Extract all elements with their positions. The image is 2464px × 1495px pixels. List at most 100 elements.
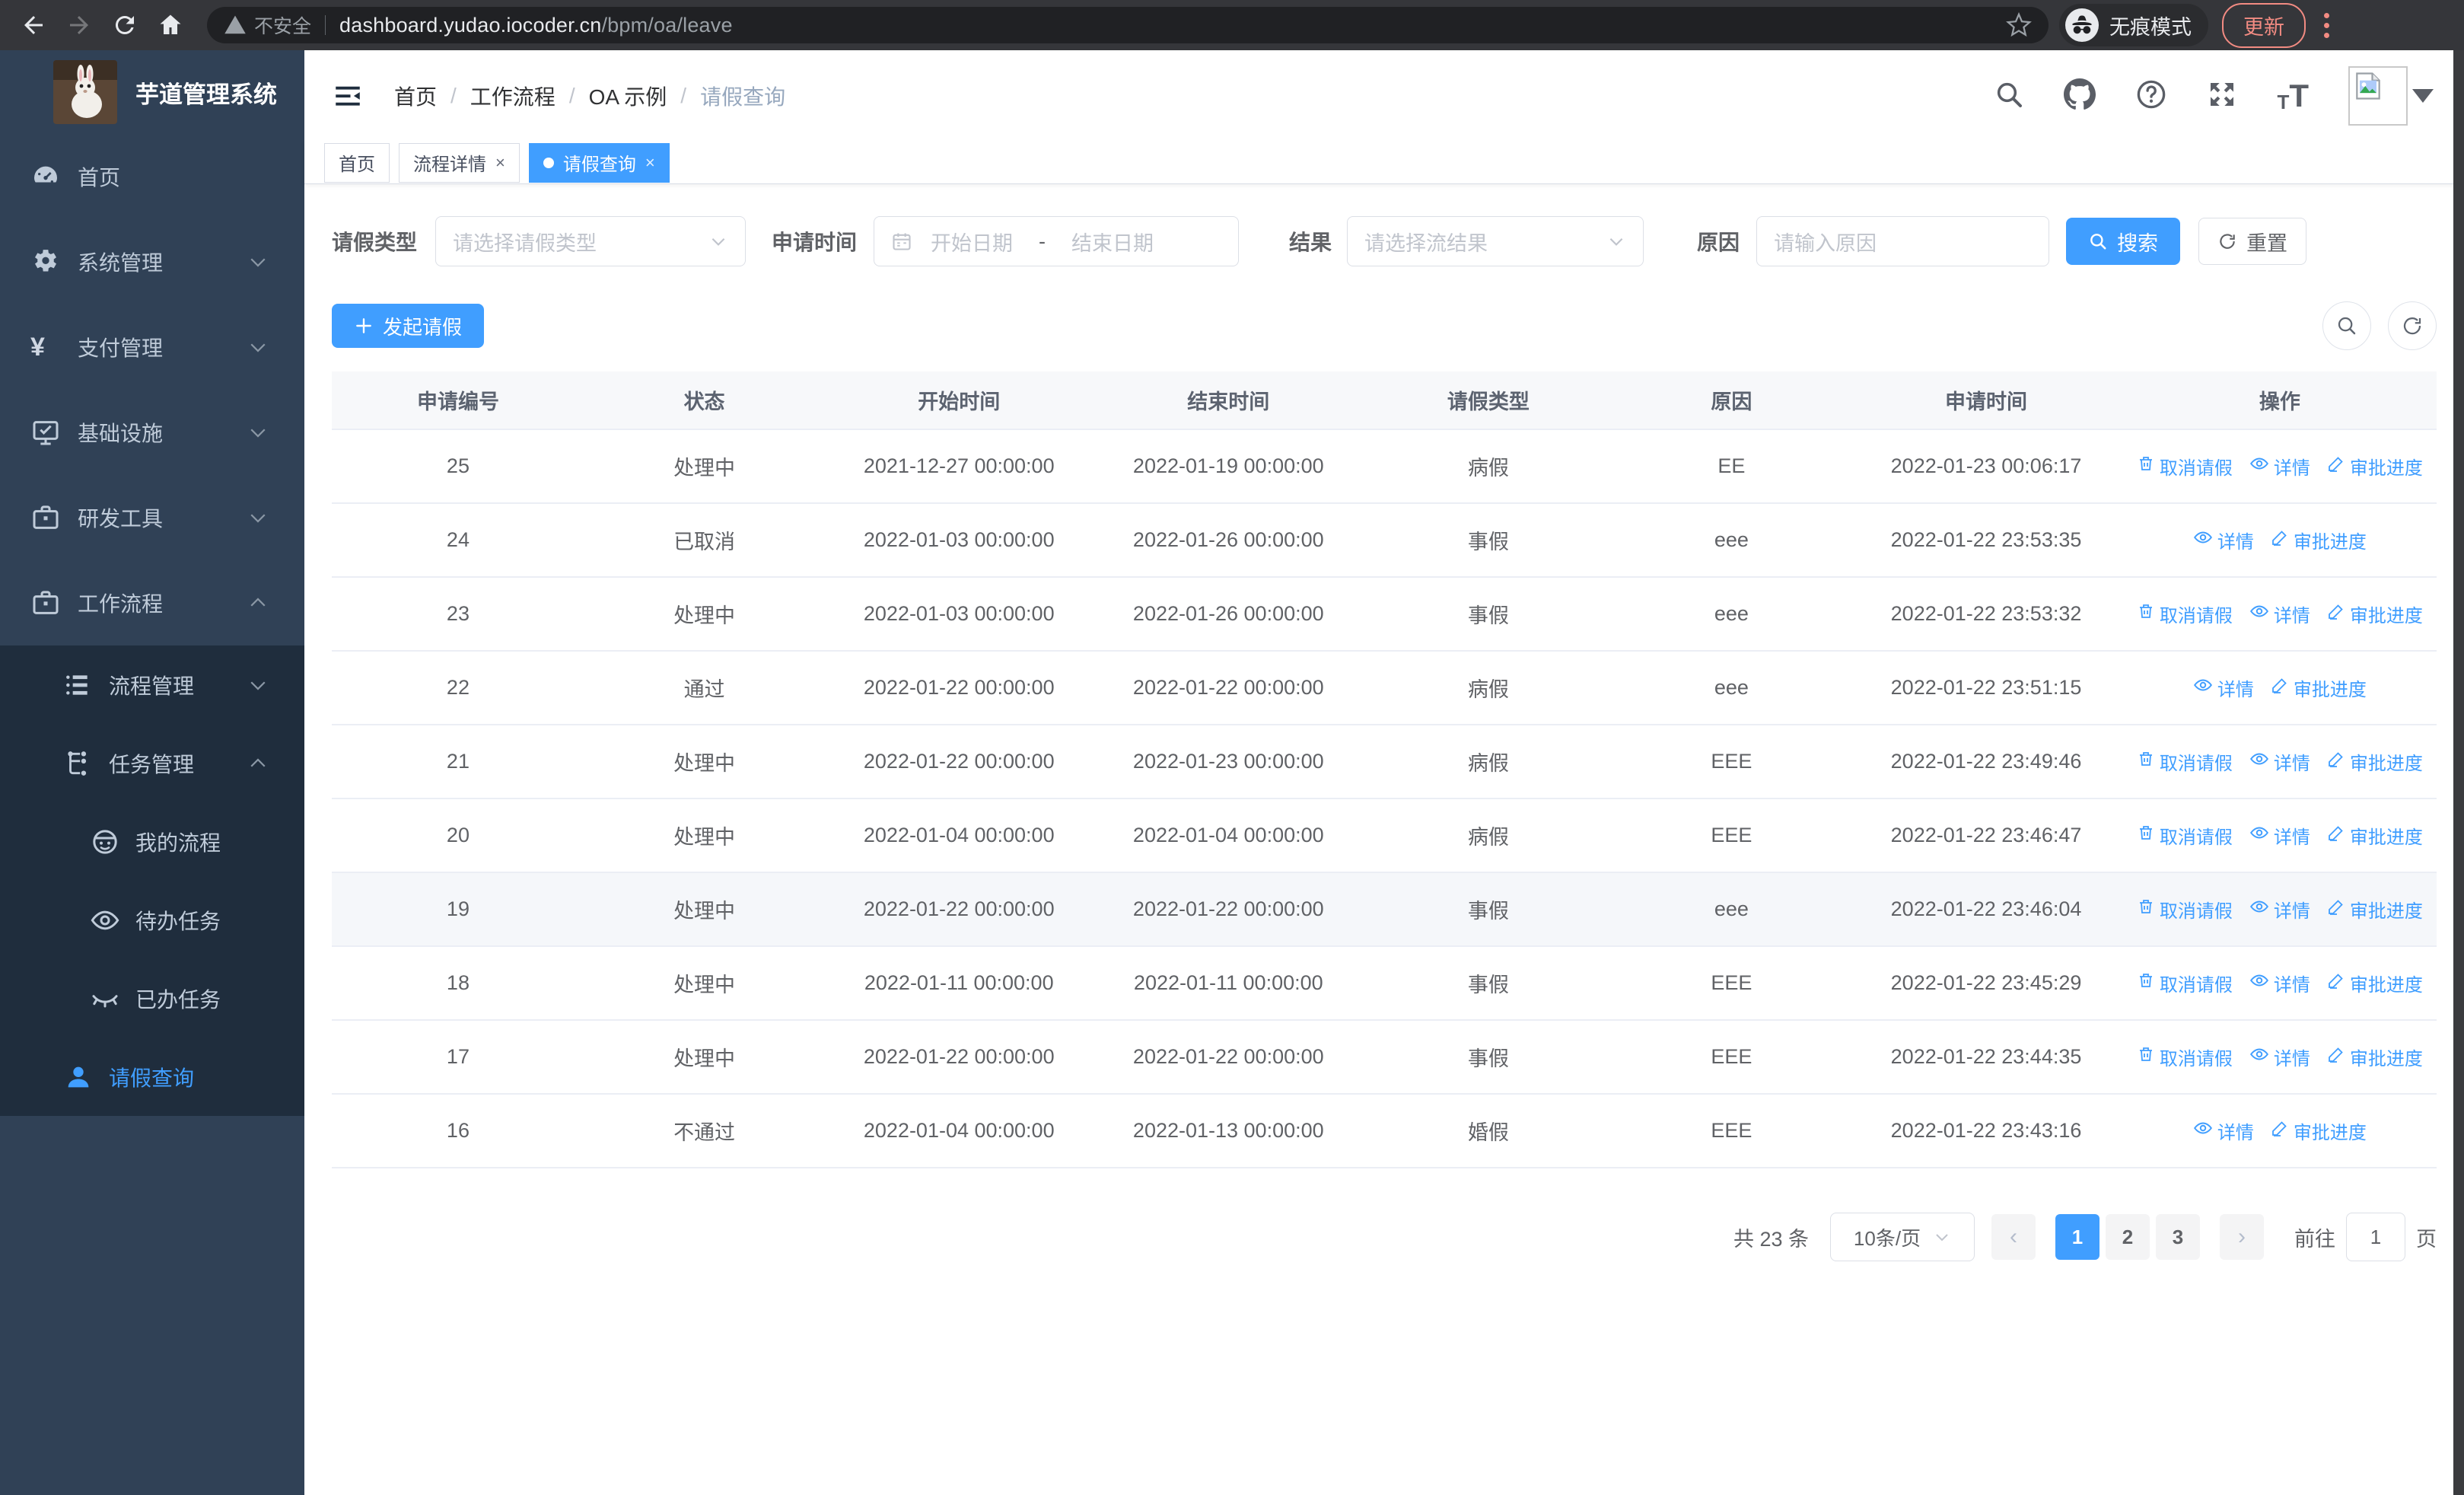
sidebar-item-首页[interactable]: 首页 [0, 134, 304, 219]
app-title: 芋道管理系统 [135, 81, 277, 108]
sidebar-item-已办任务[interactable]: 已办任务 [0, 959, 304, 1038]
incognito-badge: 无痕模式 [2059, 4, 2208, 46]
github-link[interactable] [2064, 78, 2096, 114]
monitor-icon [30, 417, 64, 448]
detail-action-link[interactable]: 详情 [2249, 453, 2310, 480]
browser-back-button[interactable] [17, 8, 50, 42]
site-security[interactable]: 不安全 [224, 11, 311, 39]
breadcrumb-item-首页[interactable]: 首页 [394, 81, 437, 111]
sidebar-item-支付管理[interactable]: ¥ 支付管理 [0, 304, 304, 390]
progress-action-link[interactable]: 审批进度 [2271, 527, 2367, 553]
cancel-action-link[interactable]: 取消请假 [2137, 1044, 2233, 1070]
bookmark-star-button[interactable] [2006, 12, 2032, 38]
breadcrumb-item-工作流程[interactable]: 工作流程 [470, 81, 556, 111]
browser-scrollbar[interactable] [2453, 50, 2464, 1495]
detail-action-link[interactable]: 详情 [2249, 896, 2310, 923]
detail-action-link[interactable]: 详情 [2249, 601, 2310, 627]
logo-row[interactable]: 芋道管理系统 [0, 50, 304, 134]
sidebar-item-label: 请假查询 [109, 1066, 195, 1090]
browser-forward-button[interactable] [62, 8, 96, 42]
toolbar-search-toggle-button[interactable] [2322, 301, 2371, 350]
reset-button[interactable]: 重置 [2198, 218, 2307, 265]
user-avatar[interactable] [2348, 66, 2434, 126]
filter-reason-input[interactable]: 请输入原因 [1756, 216, 2050, 266]
sidebar-item-label: 待办任务 [135, 909, 221, 933]
fullscreen-button[interactable] [2207, 79, 2237, 113]
trash-icon [2137, 454, 2155, 478]
prev-page-button[interactable]: ‹ [1991, 1214, 2036, 1260]
cancel-action-link[interactable]: 取消请假 [2137, 822, 2233, 849]
breadcrumb-item-OA 示例[interactable]: OA 示例 [589, 81, 667, 111]
toolbar-refresh-button[interactable] [2388, 301, 2437, 350]
detail-action-link[interactable]: 详情 [2249, 1044, 2310, 1070]
sidebar-item-label: 我的流程 [135, 830, 221, 855]
detail-action-link[interactable]: 详情 [2193, 527, 2254, 553]
filter-type-select[interactable]: 请选择请假类型 [435, 216, 747, 266]
page-button-3[interactable]: 3 [2156, 1214, 2200, 1260]
close-icon[interactable]: × [645, 153, 655, 173]
goto-page-input[interactable] [2346, 1213, 2405, 1261]
tab-流程详情[interactable]: 流程详情 × [399, 142, 520, 183]
progress-action-link[interactable]: 审批进度 [2327, 896, 2423, 923]
sidebar-item-系统管理[interactable]: 系统管理 [0, 219, 304, 304]
cell-请假类型: 病假 [1363, 725, 1614, 799]
header-search-button[interactable] [1994, 79, 2024, 113]
calendar-icon [893, 233, 911, 250]
tab-首页[interactable]: 首页 [324, 142, 390, 183]
cell-开始时间: 2022-01-04 00:00:00 [824, 1094, 1094, 1168]
help-button[interactable] [2135, 78, 2167, 114]
progress-action-link[interactable]: 审批进度 [2271, 674, 2367, 701]
cell-申请编号: 23 [332, 577, 584, 652]
view-icon [2249, 601, 2269, 626]
sidebar-item-基础设施[interactable]: 基础设施 [0, 390, 304, 475]
sidebar-item-任务管理[interactable]: 任务管理 [0, 724, 304, 802]
progress-action-link[interactable]: 审批进度 [2327, 822, 2423, 849]
briefcase-icon [30, 502, 64, 533]
detail-action-link[interactable]: 详情 [2249, 822, 2310, 849]
face-icon [90, 827, 122, 857]
progress-action-link[interactable]: 审批进度 [2327, 970, 2423, 996]
page-size-select[interactable]: 10条/页 [1830, 1213, 1975, 1261]
page-button-1[interactable]: 1 [2055, 1214, 2099, 1260]
cell-原因: eee [1613, 503, 1850, 578]
detail-action-link[interactable]: 详情 [2193, 1117, 2254, 1144]
detail-action-link[interactable]: 详情 [2249, 748, 2310, 775]
cancel-action-link[interactable]: 取消请假 [2137, 970, 2233, 996]
progress-action-link[interactable]: 审批进度 [2327, 748, 2423, 775]
cell-开始时间: 2022-01-03 00:00:00 [824, 503, 1094, 578]
close-icon[interactable]: × [495, 153, 505, 173]
font-size-button[interactable]: TT [2277, 80, 2309, 113]
sidebar-item-流程管理[interactable]: 流程管理 [0, 645, 304, 724]
sidebar-item-待办任务[interactable]: 待办任务 [0, 881, 304, 959]
browser-reload-button[interactable] [108, 8, 142, 42]
tab-请假查询[interactable]: 请假查询 × [528, 142, 670, 183]
cancel-action-link[interactable]: 取消请假 [2137, 601, 2233, 627]
table-row: 21 处理中 2022-01-22 00:00:00 2022-01-23 00:00… [332, 725, 2437, 799]
browser-update-button[interactable]: 更新 [2222, 2, 2306, 48]
progress-action-link[interactable]: 审批进度 [2327, 453, 2423, 480]
cancel-action-link[interactable]: 取消请假 [2137, 748, 2233, 775]
filter-result-select[interactable]: 请选择流结果 [1347, 216, 1644, 266]
sidebar-item-请假查询[interactable]: 请假查询 [0, 1038, 304, 1116]
column-header-操作: 操作 [2122, 371, 2437, 430]
detail-action-link[interactable]: 详情 [2193, 674, 2254, 701]
cancel-action-link[interactable]: 取消请假 [2137, 453, 2233, 480]
page-button-2[interactable]: 2 [2106, 1214, 2150, 1260]
next-page-button[interactable]: › [2220, 1214, 2264, 1260]
sidebar-item-研发工具[interactable]: 研发工具 [0, 475, 304, 560]
browser-home-button[interactable] [154, 8, 187, 42]
progress-action-link[interactable]: 审批进度 [2327, 1044, 2423, 1070]
chevron-down-icon [250, 343, 266, 352]
sidebar-collapse-button[interactable] [332, 80, 364, 112]
progress-action-link[interactable]: 审批进度 [2271, 1117, 2367, 1144]
detail-action-link[interactable]: 详情 [2249, 970, 2310, 996]
cancel-action-link[interactable]: 取消请假 [2137, 896, 2233, 923]
progress-action-link[interactable]: 审批进度 [2327, 601, 2423, 627]
address-bar[interactable]: 不安全 dashboard.yudao.iocoder.cn/bpm/oa/le… [207, 7, 2049, 43]
browser-menu-button[interactable] [2316, 8, 2337, 43]
create-leave-button[interactable]: 发起请假 [332, 304, 484, 348]
filter-date-range[interactable]: 开始日期 - 结束日期 [874, 216, 1240, 266]
sidebar-item-我的流程[interactable]: 我的流程 [0, 802, 304, 881]
search-button[interactable]: 搜索 [2066, 218, 2181, 265]
sidebar-item-工作流程[interactable]: 工作流程 [0, 560, 304, 645]
